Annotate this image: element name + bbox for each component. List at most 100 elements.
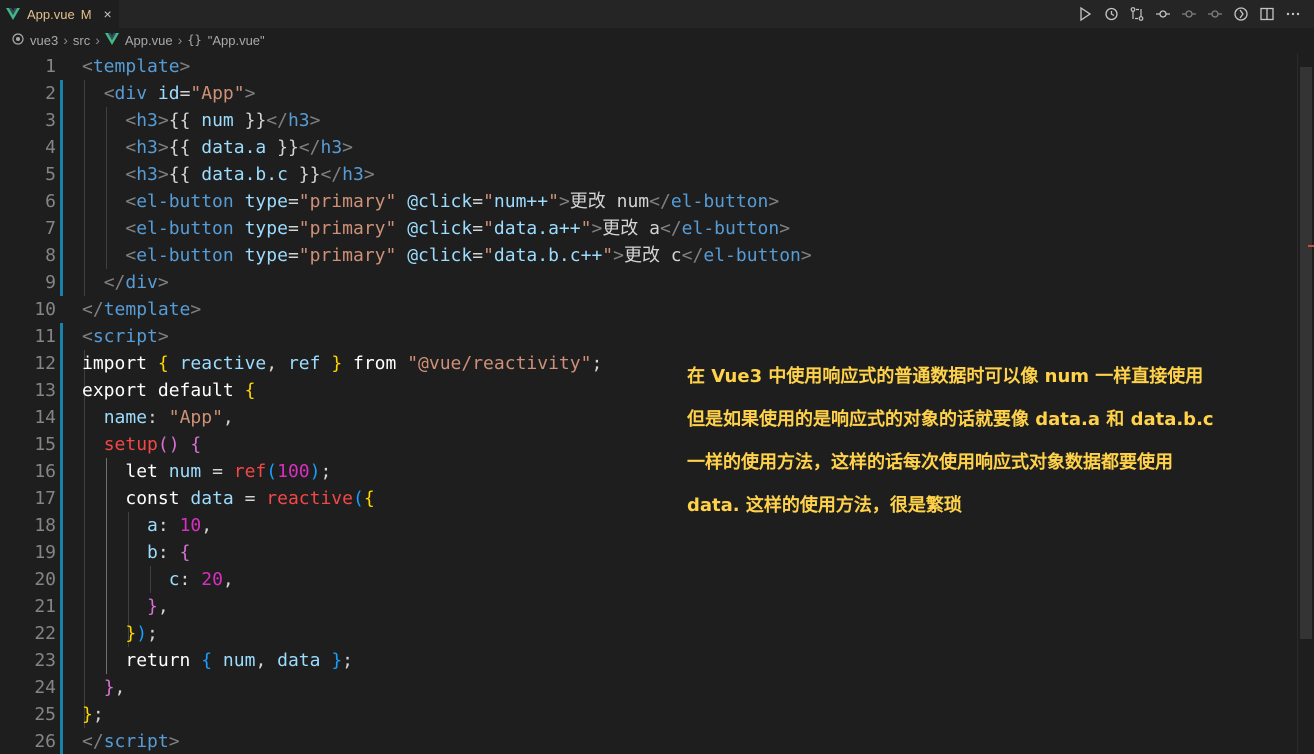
code-token: =	[287, 191, 299, 212]
line-number: 23	[34, 650, 56, 671]
code-token: el-button	[136, 191, 234, 212]
code-line[interactable]: 23 return { num, data };	[0, 647, 1298, 674]
code-token: 更改	[602, 218, 639, 239]
code-line[interactable]: 22 });	[0, 620, 1298, 647]
code-line[interactable]: 19 b: {	[0, 539, 1298, 566]
code-line[interactable]: 5 <h3>{{ data.b.c }}</h3>	[0, 161, 1298, 188]
code-text: b: {	[82, 539, 190, 566]
code-token: ;	[320, 461, 332, 482]
code-token: </	[320, 164, 343, 185]
more-actions-icon[interactable]	[1284, 5, 1302, 23]
timeline-history-icon[interactable]	[1102, 5, 1120, 23]
code-token: ,	[222, 407, 234, 428]
breadcrumb-item-app-vue[interactable]: App.vue	[125, 33, 173, 48]
line-number: 9	[45, 272, 56, 293]
annotation-line: 一样的使用方法，这样的话每次使用响应式对象数据都要使用	[687, 452, 1173, 473]
code-token: 更改	[623, 245, 660, 266]
code-token: "	[548, 191, 559, 212]
code-token: id	[157, 83, 180, 104]
code-token: <	[82, 56, 93, 77]
scrollbar-thumb[interactable]	[1300, 67, 1312, 639]
line-number: 1	[45, 56, 56, 77]
split-editor-icon[interactable]	[1258, 5, 1276, 23]
code-token: >	[309, 110, 321, 131]
breadcrumb: vue3 › src › App.vue › {} "App.vue"	[0, 29, 1314, 51]
code-token: a	[147, 515, 158, 536]
code-token: data.a++	[493, 218, 581, 239]
breadcrumb-item-src[interactable]: src	[73, 33, 90, 48]
vue-devtools-icon[interactable]	[1232, 5, 1250, 23]
code-token: >	[768, 191, 780, 212]
code-line[interactable]: 25};	[0, 701, 1298, 728]
vertical-scrollbar[interactable]	[1297, 53, 1314, 754]
code-token: h3	[136, 137, 158, 158]
code-line[interactable]: 8 <el-button type="primary" @click="data…	[0, 242, 1298, 269]
code-token: ,	[201, 515, 213, 536]
run-icon[interactable]	[1076, 5, 1094, 23]
code-token: h3	[136, 110, 158, 131]
code-line[interactable]: 11 <script>	[0, 323, 1298, 350]
code-token: }}	[266, 137, 299, 158]
code-token: }	[147, 596, 158, 617]
code-token: {	[157, 353, 169, 374]
code-token: a	[638, 218, 660, 239]
line-number: 16	[34, 461, 56, 482]
code-token: h3	[287, 110, 310, 131]
code-token: <	[103, 83, 115, 104]
code-line[interactable]: 10 </template>	[0, 296, 1298, 323]
tab-app-vue[interactable]: App.vue M ×	[0, 0, 119, 28]
code-text: <script>	[82, 323, 169, 350]
code-line[interactable]: 2 <div id="App">	[0, 80, 1298, 107]
breadcrumb-item-vue3[interactable]: vue3	[30, 33, 58, 48]
code-token: >	[363, 164, 375, 185]
code-token: reactive	[179, 353, 267, 374]
code-token: num++	[493, 191, 549, 212]
code-token: @click	[407, 245, 473, 266]
code-token: c	[659, 245, 682, 266]
code-token: ,	[222, 569, 234, 590]
compare-changes-icon[interactable]	[1128, 5, 1146, 23]
git-commit-icon[interactable]	[1154, 5, 1172, 23]
code-token: <	[125, 137, 137, 158]
code-token: :	[147, 407, 169, 428]
code-token: }}	[233, 110, 267, 131]
code-line[interactable]: 24 },	[0, 674, 1298, 701]
code-line[interactable]: 4 <h3>{{ data.a }}</h3>	[0, 134, 1298, 161]
code-token: h3	[342, 164, 364, 185]
code-token: "	[602, 245, 614, 266]
code-line[interactable]: 21 },	[0, 593, 1298, 620]
code-line[interactable]: 9 </div>	[0, 269, 1298, 296]
breadcrumb-item-symbol[interactable]: "App.vue"	[208, 33, 265, 48]
code-line[interactable]: 7 <el-button type="primary" @click="data…	[0, 215, 1298, 242]
previous-change-icon[interactable]	[1180, 5, 1198, 23]
next-change-icon[interactable]	[1206, 5, 1224, 23]
code-text: export default {	[82, 377, 255, 404]
code-token: </	[681, 245, 704, 266]
code-token: :	[157, 542, 180, 563]
code-line[interactable]: 26 </script>	[0, 728, 1298, 754]
line-number: 15	[34, 434, 56, 455]
code-token: >	[558, 191, 570, 212]
code-token: script	[103, 731, 169, 752]
close-icon[interactable]: ×	[104, 6, 112, 22]
code-text: c: 20,	[82, 566, 234, 593]
error-marker	[1308, 245, 1314, 247]
code-token: const	[125, 488, 180, 509]
code-token: export	[82, 380, 148, 401]
code-token: data	[190, 488, 234, 509]
code-token: ;	[147, 623, 158, 644]
code-line[interactable]: 20 c: 20,	[0, 566, 1298, 593]
code-token: ()	[157, 434, 180, 455]
code-text: </script>	[82, 728, 180, 754]
code-line[interactable]: 3 <h3>{{ num }}</h3>	[0, 107, 1298, 134]
code-line[interactable]: 1 <template>	[0, 53, 1298, 80]
code-token: 20	[201, 569, 223, 590]
code-line[interactable]: 6 <el-button type="primary" @click="num+…	[0, 188, 1298, 215]
code-token: default	[157, 380, 234, 401]
code-text: return { num, data };	[82, 647, 353, 674]
